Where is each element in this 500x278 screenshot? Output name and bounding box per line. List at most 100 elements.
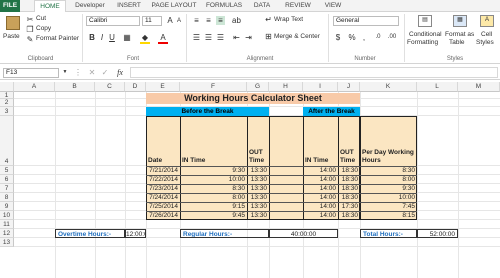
comma-button[interactable]: ,: [360, 33, 368, 42]
table-cell-out2[interactable]: 17:30: [338, 202, 360, 211]
copy-button[interactable]: Copy: [36, 25, 51, 33]
table-cell-out1[interactable]: 13:30: [247, 175, 269, 184]
align-bottom-icon[interactable]: ≡: [216, 16, 225, 25]
decrease-indent-icon[interactable]: ⇤: [232, 33, 241, 42]
table-cell-in1[interactable]: 8:00: [180, 193, 247, 202]
table-header-perday[interactable]: Per Day Working Hours: [360, 116, 417, 166]
table-cell-date[interactable]: 7/25/2014: [146, 202, 180, 211]
name-box[interactable]: F13: [3, 68, 59, 78]
table-cell-in1[interactable]: 8:30: [180, 184, 247, 193]
italic-button[interactable]: I: [98, 33, 106, 42]
table-cell-out2[interactable]: 18:30: [338, 166, 360, 175]
sheet-title[interactable]: Working Hours Calculator Sheet: [146, 93, 360, 104]
row-header[interactable]: 1: [0, 92, 14, 99]
align-right-icon[interactable]: ☰: [216, 33, 225, 42]
table-header-date[interactable]: Date: [146, 116, 180, 166]
column-header[interactable]: H: [269, 82, 303, 92]
font-name-select[interactable]: Calibri: [86, 16, 140, 26]
merge-center-button[interactable]: Merge & Center: [274, 33, 320, 41]
table-cell-date[interactable]: 7/21/2014: [146, 166, 180, 175]
increase-indent-icon[interactable]: ⇥: [244, 33, 253, 42]
table-cell-out1[interactable]: 13:30: [247, 166, 269, 175]
paste-button[interactable]: Paste: [3, 15, 23, 47]
table-cell-total[interactable]: 8:30: [360, 166, 417, 175]
row-header[interactable]: 12: [0, 229, 14, 238]
tab-file[interactable]: FILE: [0, 0, 20, 12]
before-break-banner[interactable]: Before the Break: [146, 107, 269, 116]
underline-button[interactable]: U: [108, 33, 116, 42]
tab-view[interactable]: VIEW: [320, 0, 346, 12]
column-header[interactable]: C: [95, 82, 125, 92]
column-header[interactable]: B: [55, 82, 95, 92]
table-cell-out1[interactable]: 13:30: [247, 184, 269, 193]
increase-decimal-icon[interactable]: .0: [372, 33, 384, 42]
table-cell-total[interactable]: 9:30: [360, 184, 417, 193]
column-header[interactable]: L: [417, 82, 458, 92]
table-header-out1[interactable]: OUT Time: [247, 116, 269, 166]
enter-icon[interactable]: ✓: [101, 68, 109, 77]
overtime-label[interactable]: Overtime Hours:-: [55, 229, 125, 238]
row-header[interactable]: 2: [0, 99, 14, 107]
table-cell-out2[interactable]: 18:30: [338, 211, 360, 220]
table-header-out2[interactable]: OUT Time: [338, 116, 360, 166]
table-header-in1[interactable]: IN Time: [180, 116, 247, 166]
column-header[interactable]: E: [146, 82, 180, 92]
format-as-table-button[interactable]: ▦ Format as Table: [445, 15, 475, 55]
table-cell-date[interactable]: 7/24/2014: [146, 193, 180, 202]
table-cell-total[interactable]: 7:45: [360, 202, 417, 211]
row-header[interactable]: 6: [0, 175, 14, 184]
table-cell-out2[interactable]: 18:30: [338, 175, 360, 184]
table-header-in2[interactable]: IN Time: [303, 116, 338, 166]
font-color-icon[interactable]: A: [158, 33, 168, 44]
table-cell-out1[interactable]: 13:30: [247, 202, 269, 211]
row-header[interactable]: 13: [0, 238, 14, 247]
column-header[interactable]: I: [303, 82, 338, 92]
currency-button[interactable]: $: [334, 33, 342, 42]
row-header[interactable]: 5: [0, 166, 14, 175]
tab-review[interactable]: REVIEW: [280, 0, 316, 12]
column-header[interactable]: M: [458, 82, 500, 92]
table-cell-in2[interactable]: 14:00: [303, 202, 338, 211]
table-cell-total[interactable]: 10:00: [360, 193, 417, 202]
table-cell-in2[interactable]: 14:00: [303, 166, 338, 175]
table-cell-out1[interactable]: 13:30: [247, 211, 269, 220]
overtime-value[interactable]: 12:00:00: [125, 229, 146, 238]
column-header[interactable]: G: [247, 82, 269, 92]
grow-font-icon[interactable]: A: [165, 16, 175, 25]
table-cell-date[interactable]: 7/23/2014: [146, 184, 180, 193]
cancel-icon[interactable]: ✕: [88, 68, 96, 77]
name-box-dropdown-icon[interactable]: ▼: [62, 68, 68, 77]
tab-page-layout[interactable]: PAGE LAYOUT: [148, 0, 200, 12]
align-left-icon[interactable]: ☰: [192, 33, 201, 42]
decrease-decimal-icon[interactable]: .00: [386, 33, 398, 42]
cell-styles-button[interactable]: A Cell Styles: [476, 15, 500, 55]
table-cell-in1[interactable]: 9:45: [180, 211, 247, 220]
select-all-corner[interactable]: [0, 82, 14, 92]
regular-value[interactable]: 40:00:00: [269, 229, 338, 238]
table-cell-in1[interactable]: 10:00: [180, 175, 247, 184]
column-header[interactable]: K: [360, 82, 417, 92]
fill-color-icon[interactable]: ◆: [140, 33, 150, 44]
cut-button[interactable]: Cut: [36, 15, 46, 23]
table-cell-in1[interactable]: 9:30: [180, 166, 247, 175]
tab-home[interactable]: HOME: [34, 0, 66, 12]
bold-button[interactable]: B: [88, 33, 96, 42]
column-header[interactable]: F: [180, 82, 247, 92]
table-cell-in2[interactable]: 14:00: [303, 193, 338, 202]
table-cell-out2[interactable]: 18:30: [338, 184, 360, 193]
table-cell-date[interactable]: 7/26/2014: [146, 211, 180, 220]
column-header[interactable]: J: [338, 82, 360, 92]
row-header[interactable]: 11: [0, 220, 14, 229]
table-cell-in2[interactable]: 14:00: [303, 175, 338, 184]
total-value[interactable]: 52:00:00: [417, 229, 458, 238]
row-header[interactable]: 7: [0, 184, 14, 193]
table-cell-out1[interactable]: 13:30: [247, 193, 269, 202]
table-cell-total[interactable]: 8:15: [360, 211, 417, 220]
column-header[interactable]: A: [14, 82, 55, 92]
table-cell-total[interactable]: 8:00: [360, 175, 417, 184]
number-format-select[interactable]: General: [333, 16, 399, 26]
table-cell-in2[interactable]: 14:00: [303, 184, 338, 193]
conditional-formatting-button[interactable]: ▤ Conditional Formatting: [407, 15, 443, 55]
tab-formulas[interactable]: FORMULAS: [204, 0, 244, 12]
insert-function-icon[interactable]: fx: [114, 68, 126, 77]
